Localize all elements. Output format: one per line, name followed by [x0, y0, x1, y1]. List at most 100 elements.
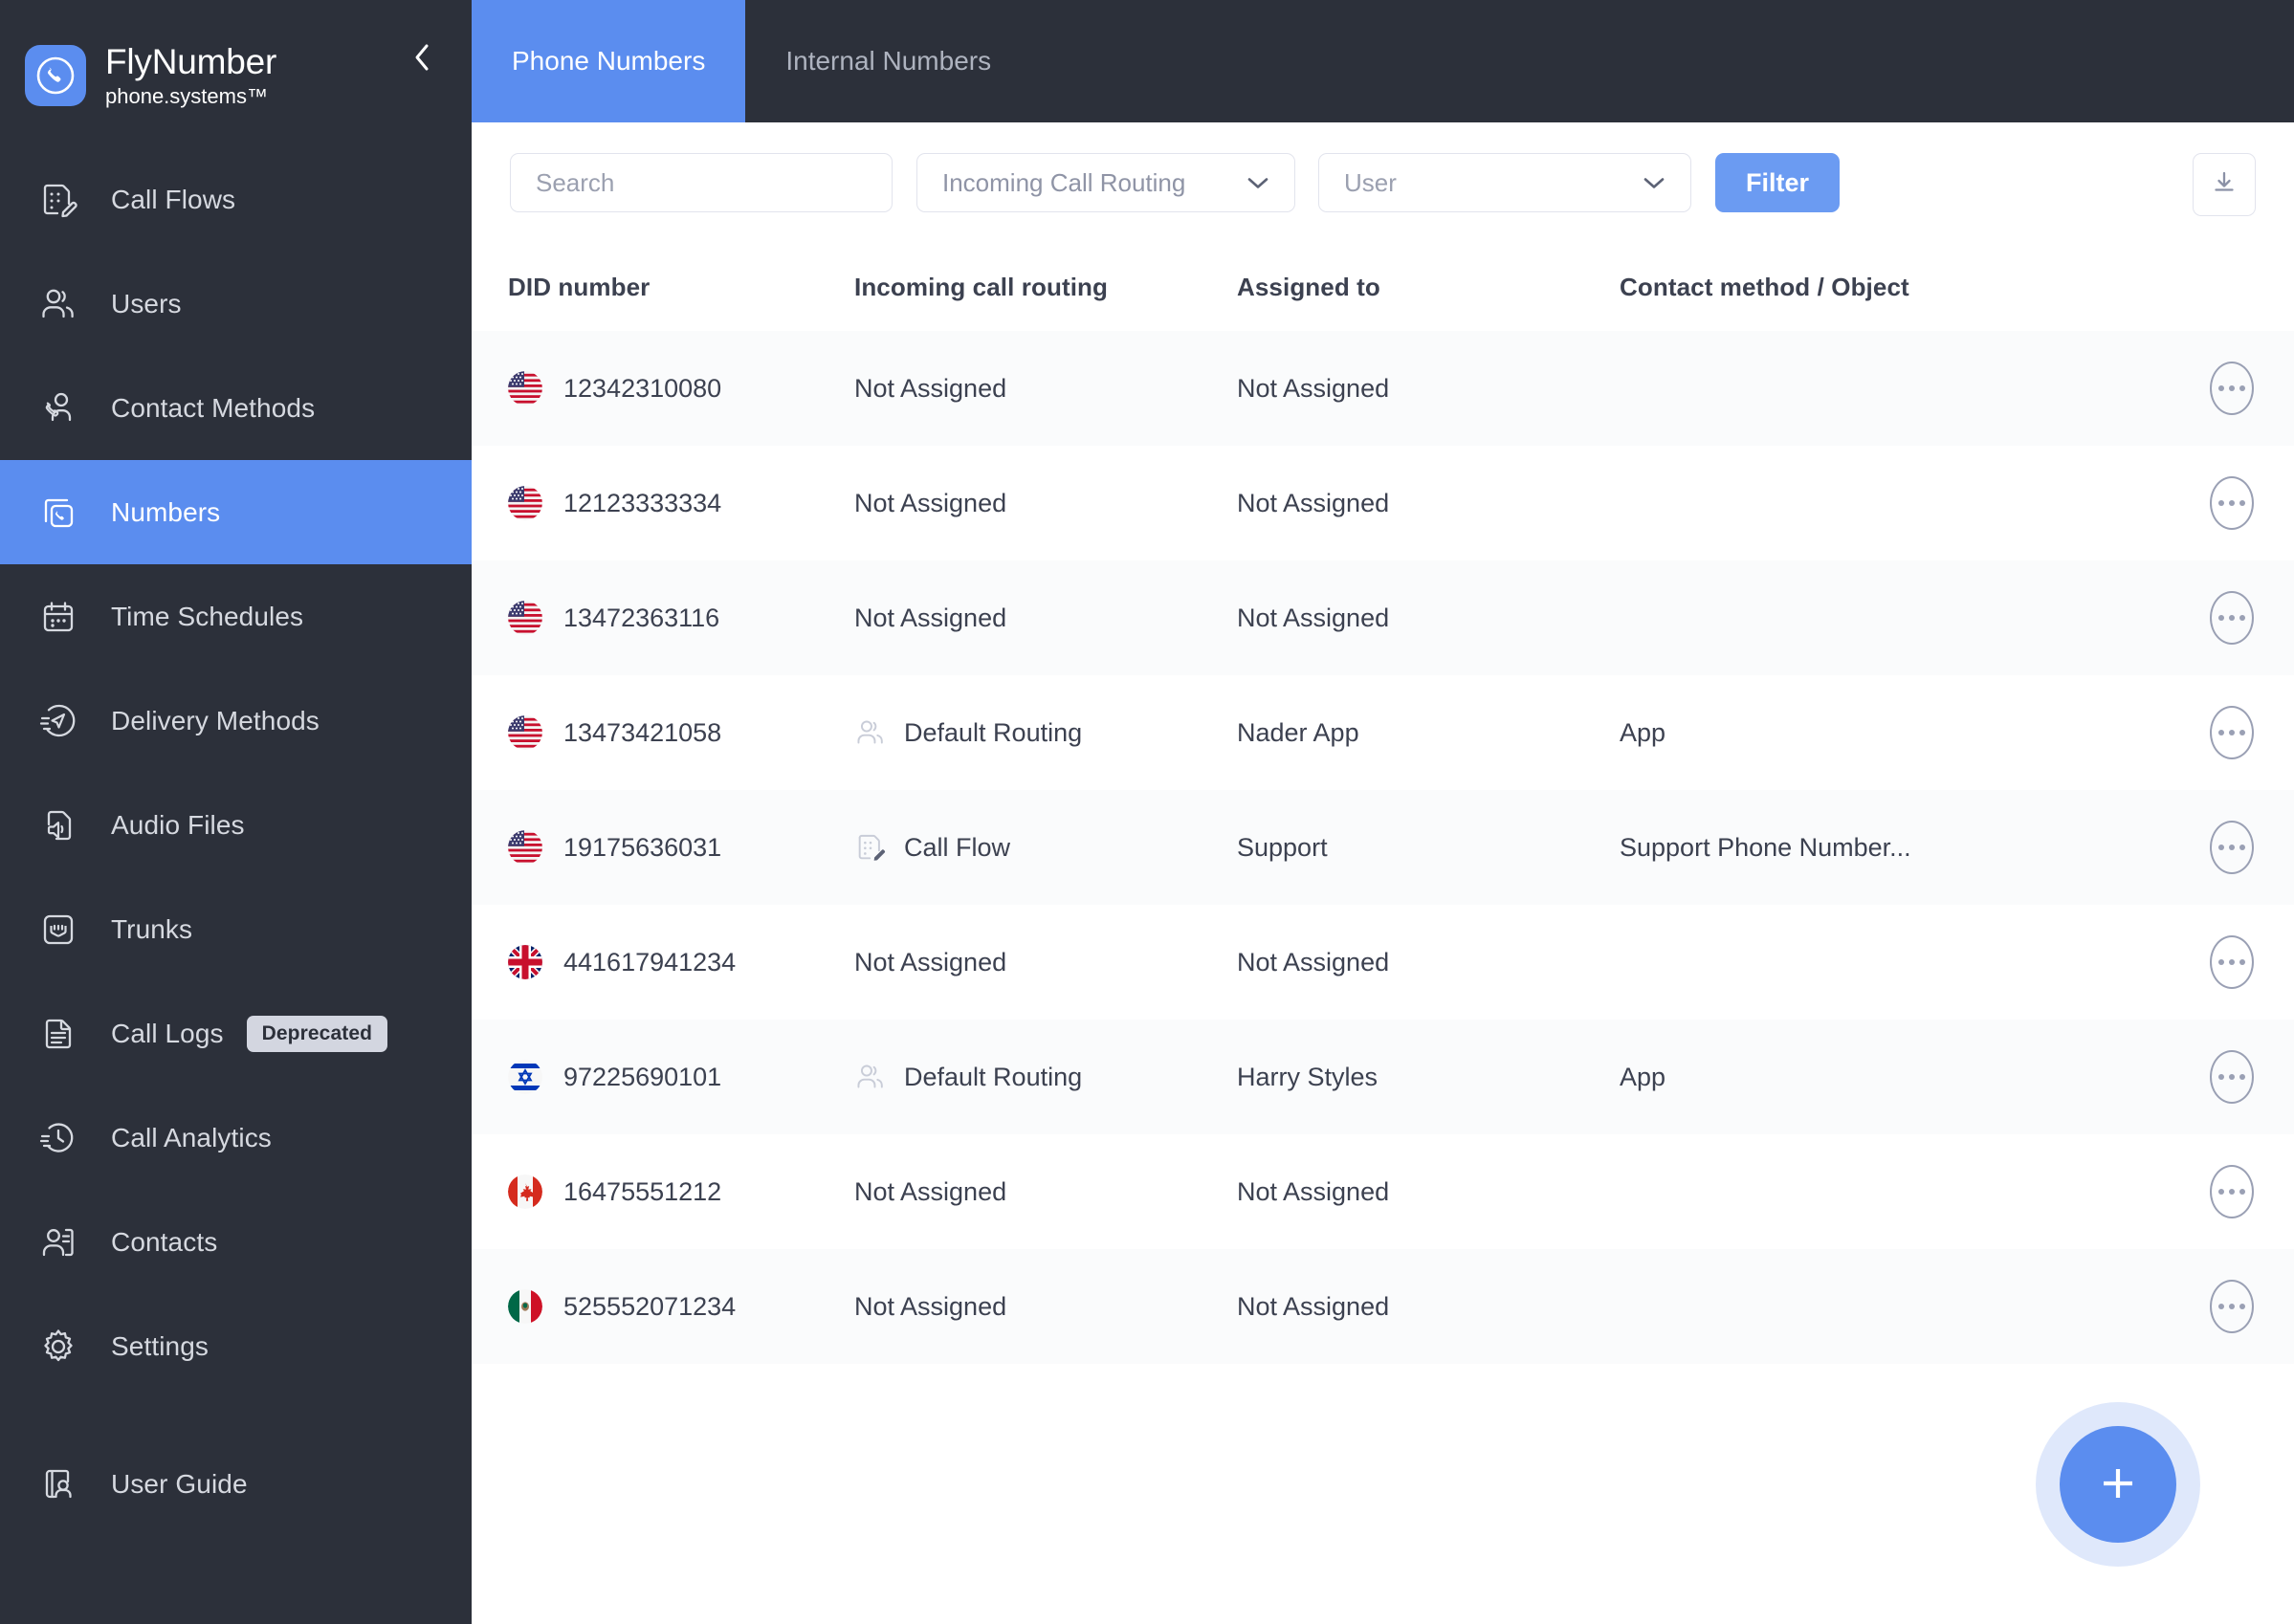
sidebar-item-contact-methods[interactable]: Contact Methods [0, 356, 472, 460]
cell-did-number: 13473421058 [472, 715, 854, 750]
cell-incoming-call-routing: Not Assigned [854, 374, 1237, 404]
contact-method-icon [36, 386, 80, 430]
user-select[interactable]: User [1318, 153, 1691, 212]
sidebar-item-label: Contacts [111, 1226, 218, 1257]
cell-actions [2170, 706, 2294, 759]
numbers-table: DID number Incoming call routing Assigne… [472, 243, 2294, 1364]
ellipsis-icon[interactable] [2210, 1050, 2254, 1104]
cell-assigned-to: Not Assigned [1237, 374, 1620, 404]
cell-actions [2170, 591, 2294, 645]
table-body: 12342310080 Not Assigned Not Assigned 1212… [472, 331, 2294, 1364]
ellipsis-icon[interactable] [2210, 476, 2254, 530]
cell-actions [2170, 1280, 2294, 1333]
sidebar-item-contacts[interactable]: Contacts [0, 1190, 472, 1294]
routing-text: Not Assigned [854, 947, 1007, 977]
brand-subtitle: phone.systems™ [105, 83, 268, 108]
sidebar: FlyNumber phone.systems™ Call Flows User… [0, 0, 472, 1624]
table-row[interactable]: 441617941234 Not Assigned Not Assigned [472, 905, 2294, 1020]
table-row[interactable]: 12342310080 Not Assigned Not Assigned [472, 331, 2294, 446]
users-icon [854, 1061, 887, 1093]
chevron-left-icon[interactable] [405, 40, 439, 75]
flag-us-icon [508, 601, 542, 635]
cell-incoming-call-routing: Not Assigned [854, 1177, 1237, 1207]
sidebar-item-label: Delivery Methods [111, 705, 320, 735]
assigned-to-text: Not Assigned [1237, 1176, 1390, 1206]
did-number-text: 16475551212 [563, 1176, 722, 1206]
did-number-text: 441617941234 [563, 947, 737, 977]
routing-text: Default Routing [904, 717, 1083, 747]
cell-assigned-to: Not Assigned [1237, 1177, 1620, 1207]
flag-il-icon [508, 1060, 542, 1094]
did-number-text: 19175636031 [563, 832, 722, 862]
sidebar-item-call-flows[interactable]: Call Flows [0, 147, 472, 252]
ellipsis-icon[interactable] [2210, 1280, 2254, 1333]
clock-analytics-icon [36, 1116, 80, 1160]
trunk-icon [36, 908, 80, 952]
table-row[interactable]: 525552071234 Not Assigned Not Assigned [472, 1249, 2294, 1364]
sidebar-item-delivery-methods[interactable]: Delivery Methods [0, 669, 472, 773]
users-icon [854, 716, 887, 749]
sidebar-item-label: Numbers [111, 496, 221, 527]
ellipsis-icon[interactable] [2210, 591, 2254, 645]
cell-incoming-call-routing: Not Assigned [854, 1292, 1237, 1322]
download-button[interactable] [2193, 153, 2256, 216]
main-content: Phone Numbers Internal Numbers Search In… [472, 0, 2294, 1624]
sidebar-item-users[interactable]: Users [0, 252, 472, 356]
cell-assigned-to: Harry Styles [1237, 1063, 1620, 1092]
ellipsis-icon[interactable] [2210, 935, 2254, 989]
cell-assigned-to: Not Assigned [1237, 948, 1620, 977]
table-row[interactable]: 97225690101 Default Routing Harry Styles A… [472, 1020, 2294, 1134]
tab-phone-numbers[interactable]: Phone Numbers [472, 0, 746, 122]
contact-method-text: App [1620, 1062, 1666, 1091]
sidebar-item-audio-files[interactable]: Audio Files [0, 773, 472, 877]
assigned-to-text: Not Assigned [1237, 373, 1390, 403]
users-icon [36, 282, 80, 326]
sidebar-item-trunks[interactable]: Trunks [0, 877, 472, 981]
routing-text: Call Flow [904, 832, 1011, 862]
cell-assigned-to: Nader App [1237, 718, 1620, 748]
ellipsis-icon[interactable] [2210, 821, 2254, 874]
sidebar-item-label: Contact Methods [111, 392, 316, 423]
cell-incoming-call-routing: Default Routing [854, 716, 1237, 749]
ellipsis-icon[interactable] [2210, 362, 2254, 415]
table-row[interactable]: 13473421058 Default Routing Nader App App [472, 675, 2294, 790]
sidebar-item-settings[interactable]: Settings [0, 1294, 472, 1398]
cell-did-number: 13472363116 [472, 601, 854, 635]
gear-icon [36, 1325, 80, 1369]
incoming-call-routing-select[interactable]: Incoming Call Routing [916, 153, 1295, 212]
table-row[interactable]: 19175636031 Call Flow Support Support Phon… [472, 790, 2294, 905]
ellipsis-icon[interactable] [2210, 1165, 2254, 1218]
cell-did-number: 19175636031 [472, 830, 854, 865]
filter-toolbar: Search Incoming Call Routing User Filter [472, 122, 2294, 243]
sidebar-item-label: Trunks [111, 913, 193, 944]
sidebar-item-call-analytics[interactable]: Call Analytics [0, 1086, 472, 1190]
search-input[interactable]: Search [510, 153, 893, 212]
add-number-button[interactable] [2060, 1426, 2176, 1543]
cell-actions [2170, 362, 2294, 415]
sidebar-item-numbers[interactable]: Numbers [0, 460, 472, 564]
assigned-to-text: Harry Styles [1237, 1062, 1379, 1091]
contact-method-text: Support Phone Number... [1620, 832, 1911, 862]
numbers-icon [36, 491, 80, 535]
table-row[interactable]: 16475551212 Not Assigned Not Assigned [472, 1134, 2294, 1249]
chevron-down-icon [1246, 176, 1269, 190]
table-row[interactable]: 13472363116 Not Assigned Not Assigned [472, 560, 2294, 675]
filter-button[interactable]: Filter [1715, 153, 1841, 212]
user-guide-icon [36, 1462, 80, 1506]
sidebar-item-label: User Guide [111, 1468, 248, 1499]
flag-gb-icon [508, 945, 542, 979]
cell-actions [2170, 1050, 2294, 1104]
routing-text: Not Assigned [854, 1291, 1007, 1321]
cell-contact-method-object: Support Phone Number... [1620, 833, 2170, 863]
cell-actions [2170, 821, 2294, 874]
tab-internal-numbers[interactable]: Internal Numbers [745, 0, 1031, 122]
ellipsis-icon[interactable] [2210, 706, 2254, 759]
flag-us-icon [508, 371, 542, 406]
sidebar-item-time-schedules[interactable]: Time Schedules [0, 564, 472, 669]
sidebar-item-user-guide[interactable]: User Guide [0, 1432, 472, 1536]
plus-icon [2091, 1457, 2145, 1513]
table-row[interactable]: 12123333334 Not Assigned Not Assigned [472, 446, 2294, 560]
routing-text: Not Assigned [854, 488, 1007, 517]
sidebar-item-call-logs[interactable]: Call Logs Deprecated [0, 981, 472, 1086]
sidebar-item-label: Time Schedules [111, 601, 304, 631]
